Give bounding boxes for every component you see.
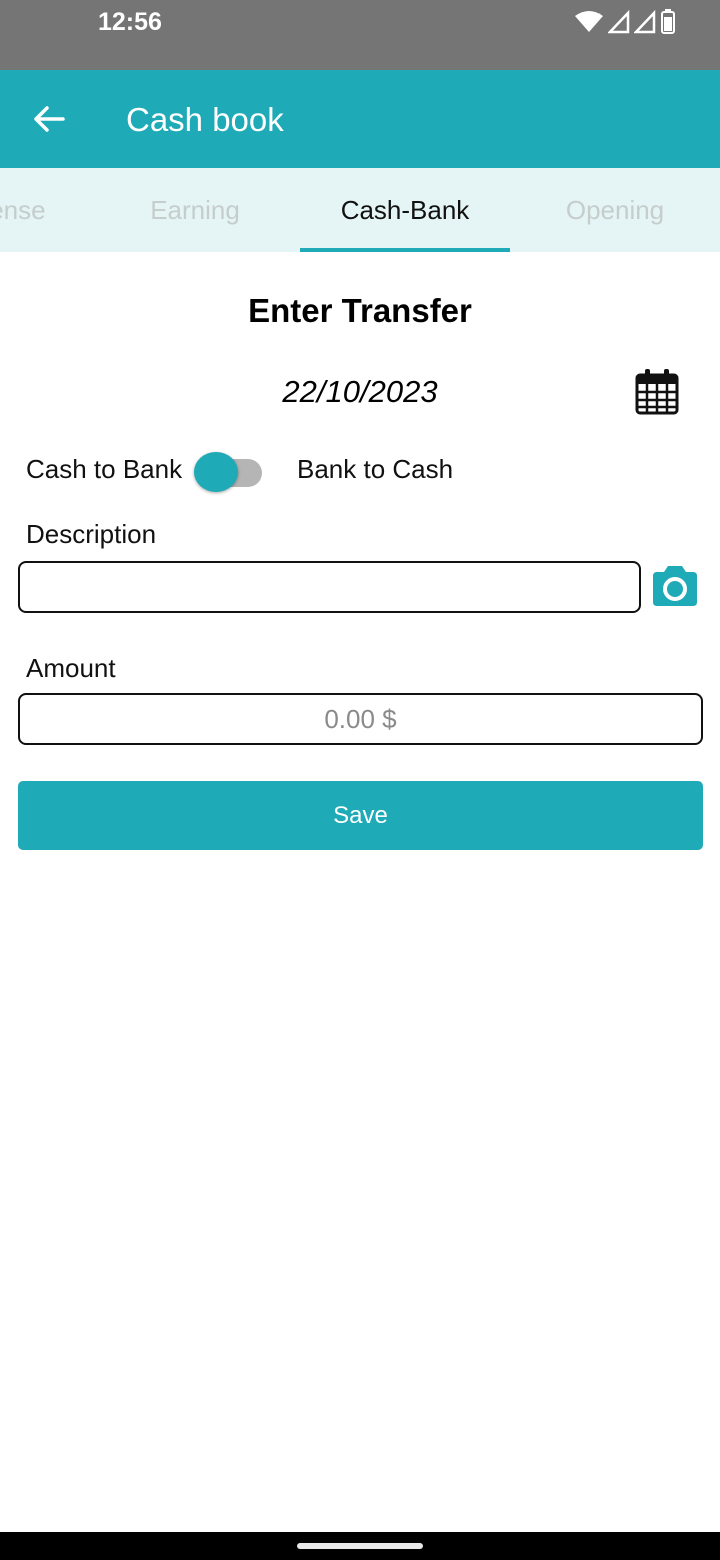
save-button[interactable]: Save xyxy=(18,781,703,850)
back-button[interactable] xyxy=(22,94,76,144)
tab-strip: Expense Earning Cash-Bank Opening xyxy=(0,168,720,252)
cash-to-bank-label: Cash to Bank xyxy=(26,454,183,484)
tab-indicator xyxy=(300,248,510,252)
bank-to-cash-label: Bank to Cash xyxy=(297,454,454,484)
tab-earning[interactable]: Earning xyxy=(90,168,300,252)
signal-icon xyxy=(634,10,656,34)
app-title: Cash book xyxy=(126,101,284,138)
calendar-icon xyxy=(635,369,679,415)
form-title: Enter Transfer xyxy=(248,292,472,329)
status-bar: 12:56 x xyxy=(0,0,720,70)
camera-icon xyxy=(653,566,697,606)
camera-button[interactable] xyxy=(650,564,700,608)
screen: 12:56 x Cash book nse Earning Cash-Bank … xyxy=(0,0,720,1560)
description-input[interactable] xyxy=(18,561,641,613)
wifi-icon: x xyxy=(575,11,603,32)
home-handle[interactable] xyxy=(297,1543,423,1549)
app-bar: Cash book xyxy=(0,70,720,168)
tab-expense[interactable]: Expense xyxy=(0,168,100,252)
status-time: 12:56 xyxy=(98,8,162,36)
tab-cash-bank[interactable]: Cash-Bank xyxy=(300,168,510,252)
calendar-button[interactable] xyxy=(634,368,680,416)
tab-opening[interactable]: Opening xyxy=(510,168,720,252)
amount-label: Amount xyxy=(26,653,116,683)
amount-input[interactable] xyxy=(18,693,703,745)
switch-thumb xyxy=(194,452,238,492)
status-icons: x xyxy=(574,8,676,36)
transfer-direction-switch[interactable] xyxy=(194,452,270,492)
description-label: Description xyxy=(26,519,157,549)
arrow-back-icon xyxy=(34,106,65,132)
navigation-bar xyxy=(0,1532,720,1560)
signal-icon xyxy=(608,10,630,34)
svg-text:x: x xyxy=(596,11,601,20)
date-field[interactable]: 22/10/2023 xyxy=(200,374,520,410)
battery-icon xyxy=(661,9,675,34)
